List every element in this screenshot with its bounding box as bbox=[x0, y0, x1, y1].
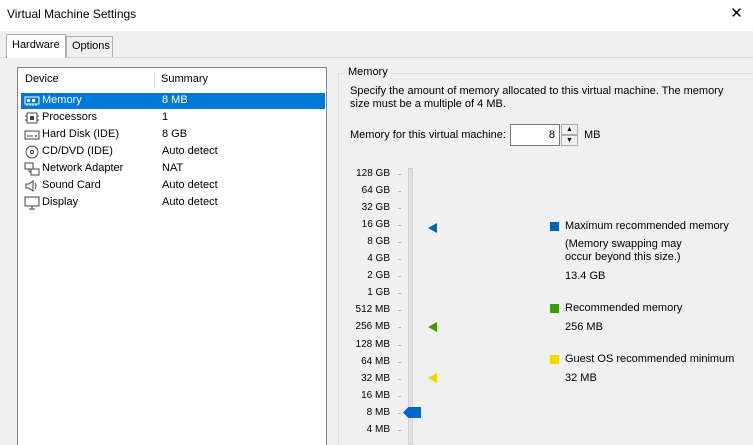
device-summary: Auto detect bbox=[162, 145, 218, 157]
memory-slider-track[interactable] bbox=[408, 168, 413, 445]
scale-label: 8 MB bbox=[366, 406, 390, 418]
memory-field-label: Memory for this virtual machine: bbox=[350, 129, 506, 141]
scale-label: 64 MB bbox=[361, 355, 390, 367]
scale-tick bbox=[398, 259, 401, 261]
device-row-cd-dvd[interactable]: CD/DVD (IDE) Auto detect bbox=[21, 144, 325, 160]
scale-label: 2 GB bbox=[367, 270, 390, 282]
scale-tick bbox=[398, 225, 401, 227]
cd-dvd-icon bbox=[25, 145, 39, 159]
max-recommended-marker bbox=[428, 223, 437, 233]
scale-tick bbox=[398, 174, 401, 175]
device-name: Memory bbox=[42, 94, 82, 106]
hard-disk-icon bbox=[24, 130, 40, 140]
scale-tick bbox=[398, 191, 401, 193]
guest-min-swatch bbox=[550, 355, 559, 364]
scale-tick bbox=[398, 361, 401, 363]
scale-tick bbox=[398, 310, 401, 312]
guest-min-marker bbox=[428, 373, 437, 383]
device-row-memory[interactable]: Memory 8 MB bbox=[21, 93, 325, 109]
guest-min-label: Guest OS recommended minimum bbox=[565, 353, 735, 365]
scale-tick bbox=[398, 293, 401, 295]
device-name: Processors bbox=[42, 111, 98, 123]
max-recommended-label: Maximum recommended memory bbox=[565, 220, 729, 232]
scale-label: 4 GB bbox=[367, 253, 390, 265]
network-adapter-icon bbox=[24, 162, 40, 176]
column-header-device[interactable]: Device bbox=[25, 73, 59, 85]
device-row-hard-disk[interactable]: Hard Disk (IDE) 8 GB bbox=[21, 127, 325, 143]
scale-tick bbox=[398, 344, 401, 346]
scale-label: 16 GB bbox=[361, 219, 390, 231]
scale-tick bbox=[398, 327, 401, 329]
scale-tick bbox=[398, 276, 401, 278]
close-button[interactable]: ✕ bbox=[720, 0, 753, 28]
memory-icon bbox=[24, 96, 40, 106]
speaker-icon bbox=[25, 180, 37, 192]
device-summary: 1 bbox=[162, 111, 169, 123]
scale-label: 8 GB bbox=[367, 236, 390, 248]
device-summary: 8 GB bbox=[162, 128, 188, 140]
scale-label: 128 GB bbox=[356, 168, 390, 179]
recommended-value: 256 MB bbox=[565, 321, 603, 333]
scale-label: 1 GB bbox=[367, 287, 390, 299]
scale-tick bbox=[398, 412, 401, 414]
recommended-swatch bbox=[550, 304, 559, 313]
memory-group-title: Memory bbox=[345, 66, 391, 78]
scale-tick bbox=[398, 429, 401, 431]
device-list[interactable]: Device Summary Memory 8 MB Processors 1 … bbox=[17, 67, 327, 445]
scale-label: 512 MB bbox=[355, 304, 390, 316]
title-bar: Virtual Machine Settings ✕ bbox=[0, 0, 753, 31]
processor-icon bbox=[25, 112, 39, 124]
scale-label: 4 MB bbox=[366, 423, 390, 435]
scale-tick bbox=[398, 242, 401, 244]
device-name: Sound Card bbox=[42, 179, 101, 191]
device-summary: NAT bbox=[162, 162, 184, 174]
max-recommended-note: (Memory swapping may occur beyond this s… bbox=[565, 238, 682, 263]
recommended-marker bbox=[428, 322, 437, 332]
device-summary: 8 MB bbox=[162, 94, 188, 106]
window-title: Virtual Machine Settings bbox=[7, 7, 137, 21]
device-row-processors[interactable]: Processors 1 bbox=[21, 110, 325, 126]
device-name: Network Adapter bbox=[42, 162, 124, 174]
memory-input[interactable] bbox=[510, 124, 560, 146]
scale-label: 256 MB bbox=[355, 321, 390, 333]
monitor-icon bbox=[24, 196, 40, 210]
memory-unit-label: MB bbox=[584, 129, 601, 141]
device-name: Hard Disk (IDE) bbox=[42, 128, 120, 140]
guest-min-value: 32 MB bbox=[565, 372, 597, 384]
device-summary: Auto detect bbox=[162, 196, 218, 208]
device-row-display[interactable]: Display Auto detect bbox=[21, 195, 325, 211]
memory-description: Specify the amount of memory allocated t… bbox=[350, 85, 724, 110]
spin-down-button[interactable]: ▼ bbox=[561, 135, 578, 146]
scale-label: 128 MB bbox=[355, 338, 390, 350]
scale-label: 16 MB bbox=[361, 389, 390, 401]
device-name: CD/DVD (IDE) bbox=[42, 145, 113, 157]
device-name: Display bbox=[42, 196, 79, 208]
max-recommended-value: 13.4 GB bbox=[565, 270, 606, 282]
device-summary: Auto detect bbox=[162, 179, 218, 191]
scale-tick bbox=[398, 378, 401, 380]
spin-up-button[interactable]: ▲ bbox=[561, 124, 578, 135]
scale-label: 32 GB bbox=[361, 202, 390, 214]
recommended-label: Recommended memory bbox=[565, 302, 683, 314]
scale-label: 64 GB bbox=[361, 185, 390, 197]
scale-tick bbox=[398, 208, 401, 210]
column-separator bbox=[154, 71, 155, 87]
scale-tick bbox=[398, 395, 401, 397]
max-recommended-swatch bbox=[550, 222, 559, 231]
tab-hardware[interactable]: Hardware bbox=[6, 34, 66, 58]
column-header-summary[interactable]: Summary bbox=[161, 73, 208, 85]
device-row-network-adapter[interactable]: Network Adapter NAT bbox=[21, 161, 325, 177]
tab-options[interactable]: Options bbox=[66, 36, 113, 57]
device-row-sound-card[interactable]: Sound Card Auto detect bbox=[21, 178, 325, 194]
scale-label: 32 MB bbox=[361, 372, 390, 384]
